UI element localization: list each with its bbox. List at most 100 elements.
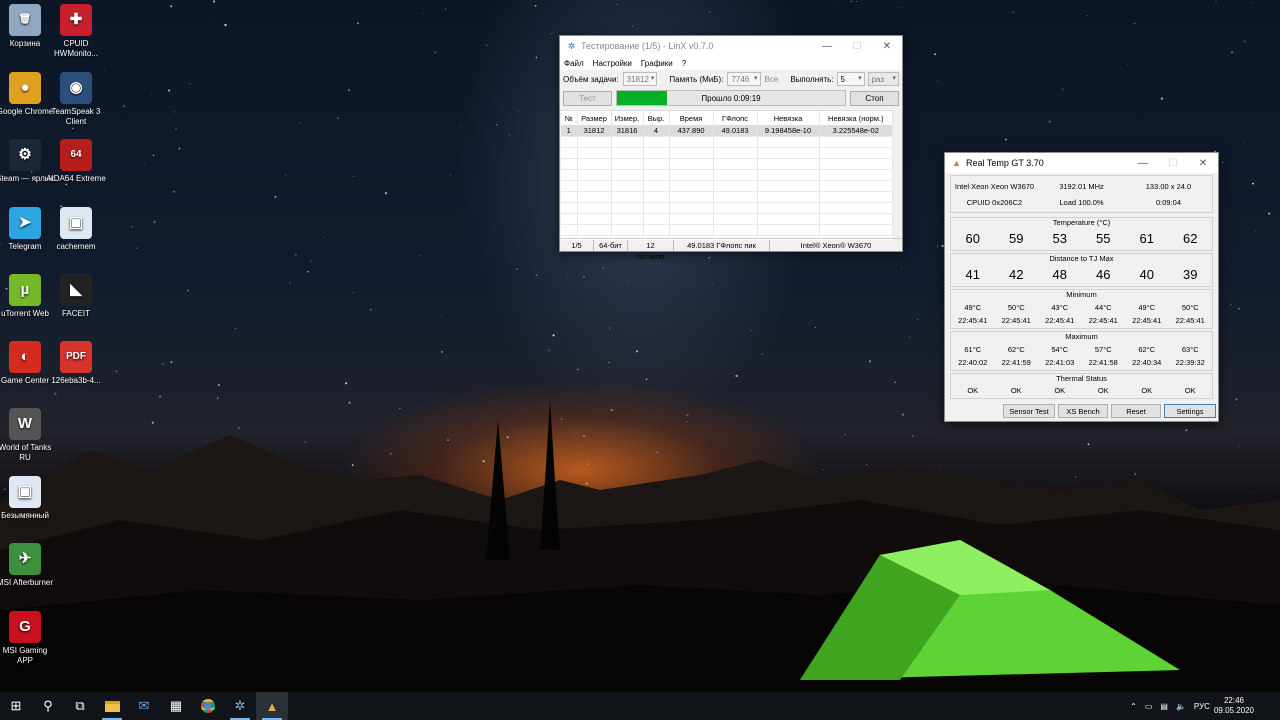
star [234,328,236,330]
column-gflops[interactable]: ГФлопс [713,111,758,125]
star [136,247,138,249]
task-view-icon[interactable]: ⧉ [64,692,96,720]
desktop-icon[interactable]: ▣ Безымянный [0,476,55,521]
star [534,4,537,7]
desktop-icon[interactable]: ▣ cachemem [46,207,106,252]
column-size[interactable]: Размер [577,111,612,125]
minimize-icon[interactable]: — [1128,153,1158,173]
desktop-icon[interactable]: ◣ FACEIT [46,274,106,319]
reset-button[interactable]: Reset [1111,404,1161,418]
xs-bench-button[interactable]: XS Bench [1058,404,1108,418]
run-count-combo[interactable]: 5 ▾ [836,72,865,86]
desktop-icon[interactable]: 64 AIDA64 Extreme [46,139,106,184]
linx-window[interactable]: ✲ Тестирование (1/5) - LinX v0.7.0 — ☐ ✕… [559,35,903,261]
desktop-icon-label: AIDA64 Extreme [46,174,106,183]
start-icon[interactable]: ⊞ [0,692,32,720]
calculator-icon[interactable]: ▦ [160,692,192,720]
menu-graphs[interactable]: Графики [641,59,673,68]
desktop-icon[interactable]: PDF 126eba3b-4... [46,341,106,386]
maximize-icon[interactable]: ☐ [842,36,872,56]
empty-table-row [561,180,893,192]
star [370,308,372,311]
close-icon[interactable]: ✕ [872,36,902,56]
settings-button[interactable]: Settings [1164,404,1216,418]
star [616,4,618,6]
cpu-load: Load 100.0% [1059,198,1104,207]
all-label[interactable]: Все [765,75,779,84]
chevron-up-icon[interactable]: ⌃ [1130,702,1137,711]
desktop-icon[interactable]: G MSI Gaming APP [0,611,55,666]
maximize-icon[interactable]: ☐ [1158,153,1188,173]
menu-file[interactable]: Файл [564,59,584,68]
desktop-icon[interactable]: ✈ MSI Afterburner [0,543,55,588]
aida64-icon: 64 [60,139,92,171]
test-button[interactable]: Тест [563,90,612,106]
empty-cell [819,202,893,214]
column-time[interactable]: Время [669,111,714,125]
star [352,175,354,177]
column-residual-norm[interactable]: Невязка (норм.) [819,111,893,125]
mountain-landscape [0,400,1280,692]
language-indicator[interactable]: РУС [1194,702,1210,711]
desktop-icon[interactable]: ◉ TeamSpeak 3 Client [46,72,106,127]
device-icon[interactable]: ▭ [1145,702,1153,711]
column-align[interactable]: Выр. [643,111,670,125]
menu-help[interactable]: ? [682,59,686,68]
afterburner-icon: ✈ [9,543,41,575]
linx-progress-row: Тест Прошло 0:09:19 Стоп [560,88,902,108]
sensor-test-button[interactable]: Sensor Test [1003,404,1055,418]
star [868,360,872,363]
mail-icon[interactable]: ✉ [128,692,160,720]
column-number[interactable]: № [561,111,578,125]
column-residual[interactable]: Невязка [757,111,820,125]
network-icon[interactable]: ▤ [1160,702,1168,711]
star [1087,15,1088,16]
linx-icon[interactable]: ✲ [224,692,256,720]
search-icon[interactable]: ⚲ [32,692,64,720]
stop-button[interactable]: Стоп [850,90,899,106]
memory-combo[interactable]: 7746 ▾ [727,72,761,86]
teamspeak-icon: ◉ [60,72,92,104]
empty-cell [713,191,758,203]
core-distance: 48 [1052,267,1067,282]
star [749,329,752,332]
desktop-icon-label: FACEIT [61,309,90,318]
core-max-time: 22:41:59 [1001,358,1031,367]
column-dim[interactable]: Измер. [611,111,644,125]
desktop-icon[interactable]: ✚ CPUID HWMonito... [46,4,106,59]
empty-cell [713,224,758,236]
star [566,274,568,276]
star [151,94,153,96]
star [1012,11,1015,14]
empty-cell [669,191,714,203]
minimize-icon[interactable]: — [812,36,842,56]
minimum-temps-row: 49°C 50°C 43°C 44°C 49°C 50°C [951,303,1212,312]
core-max-time: 22:40:02 [958,358,988,367]
task-size-combo[interactable]: 31812 ▾ [622,72,658,86]
realtemp-titlebar[interactable]: ▲ Real Temp GT 3.70 — ☐ ✕ [945,153,1218,173]
realtemp-window[interactable]: ▲ Real Temp GT 3.70 — ☐ ✕ Intel Xeon Xeo… [944,152,1219,422]
clock[interactable]: 22:46 09.05.2020 [1214,696,1254,716]
table-cell: 1 [561,125,578,137]
star [927,159,929,161]
realtemp-icon[interactable]: ▲ [256,692,288,720]
star [516,268,518,270]
star [131,225,134,228]
close-icon[interactable]: ✕ [1188,153,1218,173]
star [1221,161,1224,164]
table-scrollbar[interactable] [893,110,902,240]
star [627,280,629,281]
volume-icon[interactable]: 🔈 [1176,702,1186,711]
file-explorer-icon[interactable] [96,692,128,720]
desktop-icon[interactable]: W World of Tanks RU [0,408,55,463]
steam-icon: ⚙ [9,139,41,171]
linx-titlebar[interactable]: ✲ Тестирование (1/5) - LinX v0.7.0 — ☐ ✕ [560,36,902,56]
chrome-icon[interactable] [192,692,224,720]
star [71,127,74,130]
star [496,124,498,126]
table-row[interactable]: 1 31812 31816 4 437.890 49.0183 9.198458e-10 3.… [561,125,893,137]
menu-settings[interactable]: Настройки [593,59,632,68]
taskbar: ⊞ ⚲ ⧉ ✉ ▦ ✲ ▲ ⌃ ▭ ▤ 🔈 РУС 22:46 09.05.20… [0,692,1280,720]
core-max-temp: 57°C [1094,345,1112,354]
run-unit-combo[interactable]: раз ▾ [867,72,899,86]
